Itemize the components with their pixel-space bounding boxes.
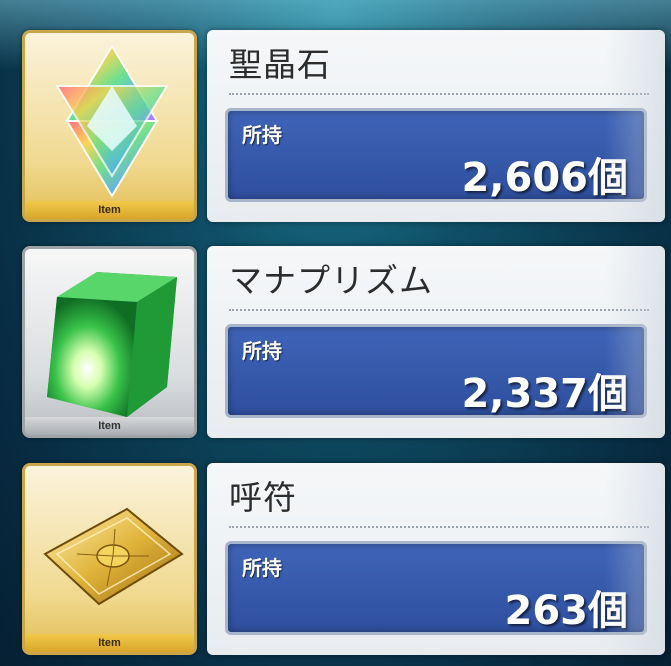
item-info-panel: 呼符 所持 263個 — [207, 463, 665, 655]
item-row-summon-ticket[interactable]: Item 呼符 所持 263個 — [22, 463, 668, 659]
held-count: 2,337個 — [461, 371, 628, 417]
divider — [229, 309, 649, 311]
item-name: 聖晶石 — [229, 45, 331, 84]
item-row-mana-prism[interactable]: Item マナプリズム 所持 2,337個 — [22, 246, 668, 442]
item-thumbnail: Item — [22, 246, 197, 438]
summon-ticket-icon — [43, 507, 184, 606]
held-label: 所持 — [242, 123, 282, 147]
held-count: 263個 — [504, 588, 629, 634]
held-count-box: 所持 2,606個 — [225, 108, 647, 202]
thumbnail-label: Item — [25, 201, 194, 219]
held-label: 所持 — [242, 339, 282, 363]
item-row-saint-quartz[interactable]: Item 聖晶石 所持 2,606個 — [22, 30, 668, 226]
saint-quartz-icon — [55, 44, 169, 198]
held-label: 所持 — [242, 556, 282, 580]
item-info-panel: マナプリズム 所持 2,337個 — [207, 246, 665, 438]
held-count-box: 所持 2,337個 — [225, 324, 647, 418]
thumbnail-label: Item — [25, 417, 194, 435]
held-count: 2,606個 — [461, 155, 628, 201]
mana-prism-icon — [47, 272, 177, 417]
item-name: 呼符 — [229, 478, 297, 517]
divider — [229, 526, 649, 528]
item-name: マナプリズム — [229, 261, 433, 300]
item-thumbnail: Item — [22, 463, 197, 655]
divider — [229, 93, 649, 95]
thumbnail-label: Item — [25, 634, 194, 652]
item-info-panel: 聖晶石 所持 2,606個 — [207, 30, 665, 222]
item-thumbnail: Item — [22, 30, 197, 222]
held-count-box: 所持 263個 — [225, 541, 647, 635]
